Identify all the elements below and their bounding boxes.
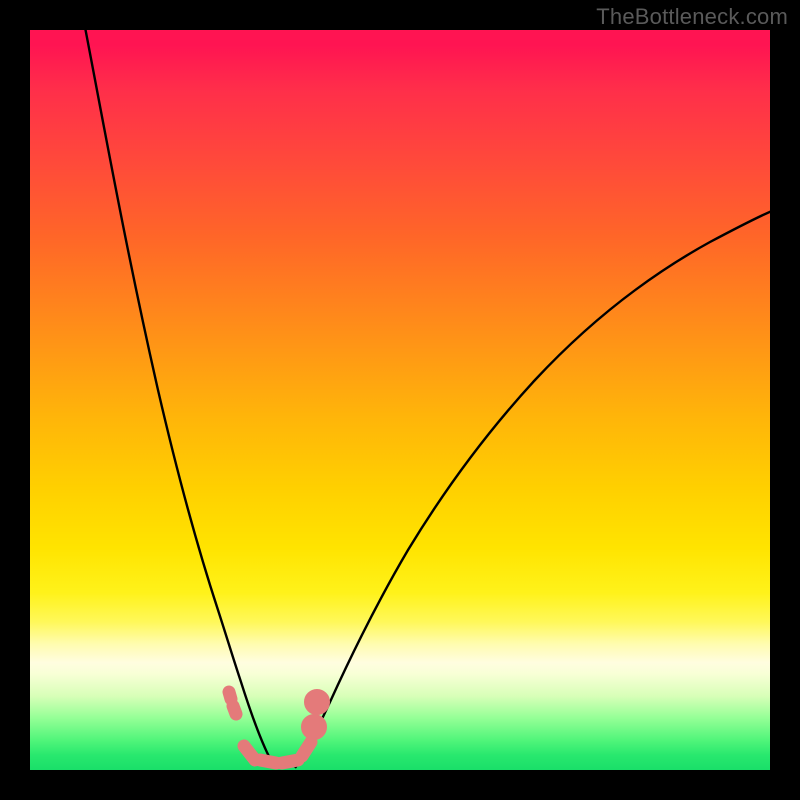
- chart-plot-area: [30, 30, 770, 770]
- bottleneck-curve-left: [84, 30, 276, 768]
- watermark-text: TheBottleneck.com: [596, 4, 788, 30]
- curve-layer: [30, 30, 770, 770]
- bottleneck-curve-right: [295, 210, 770, 768]
- valley-dots: [229, 692, 324, 763]
